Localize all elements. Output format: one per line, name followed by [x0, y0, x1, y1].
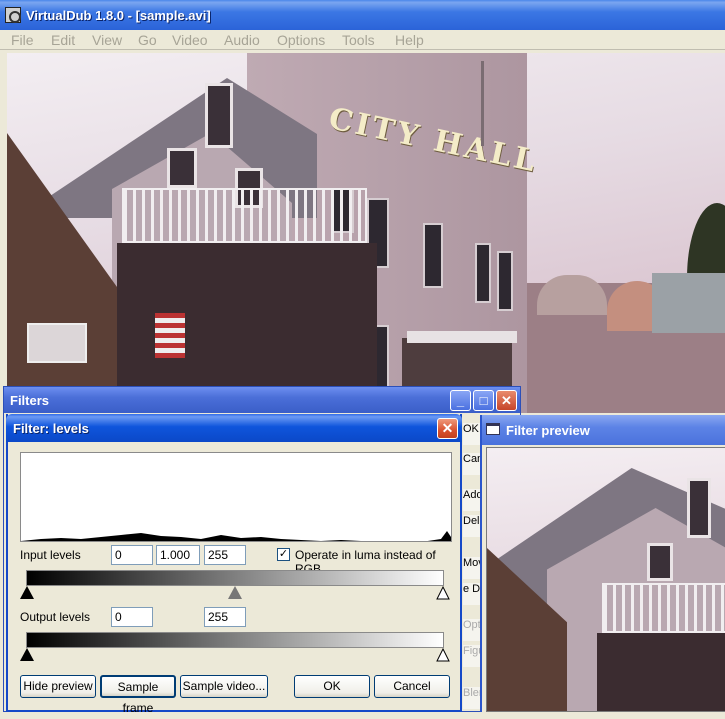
menu-audio[interactable]: Audio	[224, 32, 260, 48]
sample-frame-button[interactable]: Sample frame	[100, 675, 176, 715]
input-levels-gradient[interactable]	[26, 570, 444, 586]
filter-preview-window: Filter preview	[480, 415, 725, 712]
main-title-bar[interactable]: VirtualDub 1.8.0 - [sample.avi]	[0, 0, 725, 30]
luma-checkbox[interactable]: ✓	[277, 548, 290, 561]
cancel-button[interactable]: Cancel	[374, 675, 450, 698]
gamma-marker-icon[interactable]	[228, 586, 242, 600]
close-icon[interactable]: ✕	[496, 390, 517, 411]
histogram-area	[21, 531, 451, 541]
black-point-marker-icon[interactable]	[20, 586, 34, 600]
input-gamma-field[interactable]	[156, 545, 200, 565]
white-point-marker-shape	[436, 585, 450, 600]
levels-close-icon[interactable]: ✕	[437, 418, 458, 439]
menu-tools[interactable]: Tools	[342, 32, 375, 48]
output-white-marker-shape	[436, 647, 450, 662]
menu-video[interactable]: Video	[172, 32, 208, 48]
histogram-plot	[21, 531, 451, 541]
input-black-field[interactable]	[111, 545, 153, 565]
output-levels-gradient[interactable]	[26, 632, 444, 648]
preview-window-icon	[486, 423, 500, 435]
menu-bar: File Edit View Go Video Audio Options To…	[0, 30, 725, 50]
menu-edit[interactable]: Edit	[51, 32, 75, 48]
menu-view[interactable]: View	[92, 32, 122, 48]
sample-video-button[interactable]: Sample video...	[180, 675, 268, 698]
preview-frame	[486, 447, 725, 712]
filters-title-bar[interactable]: Filters _ □ ✕	[4, 387, 520, 413]
levels-title-bar[interactable]: Filter: levels ✕	[6, 414, 462, 442]
main-window-title: VirtualDub 1.8.0 - [sample.avi]	[26, 8, 211, 23]
input-white-field[interactable]	[204, 545, 246, 565]
output-black-field[interactable]	[111, 607, 153, 627]
filters-window-title: Filters	[10, 393, 50, 408]
preview-title-bar[interactable]: Filter preview	[482, 415, 725, 445]
menu-help[interactable]: Help	[395, 32, 424, 48]
preview-window-title: Filter preview	[506, 423, 590, 438]
output-white-marker-icon[interactable]	[436, 647, 450, 662]
menu-go[interactable]: Go	[138, 32, 157, 48]
video-frame: CITY HALL	[7, 53, 725, 413]
minimize-icon[interactable]: _	[450, 390, 471, 411]
levels-dialog: Filter: levels ✕ Input levels ✓ Operate …	[6, 414, 462, 715]
app-icon[interactable]	[5, 7, 21, 23]
levels-dialog-title: Filter: levels	[13, 421, 89, 436]
output-black-marker-icon[interactable]	[20, 648, 34, 662]
menu-options[interactable]: Options	[277, 32, 325, 48]
ok-button[interactable]: OK	[294, 675, 370, 698]
hide-preview-button[interactable]: Hide preview	[20, 675, 96, 698]
input-levels-label: Input levels	[20, 548, 81, 562]
output-levels-label: Output levels	[20, 610, 91, 624]
maximize-icon[interactable]: □	[473, 390, 494, 411]
menu-file[interactable]: File	[11, 32, 34, 48]
output-white-field[interactable]	[204, 607, 246, 627]
histogram	[20, 452, 452, 542]
white-point-marker-icon[interactable]	[436, 585, 450, 600]
